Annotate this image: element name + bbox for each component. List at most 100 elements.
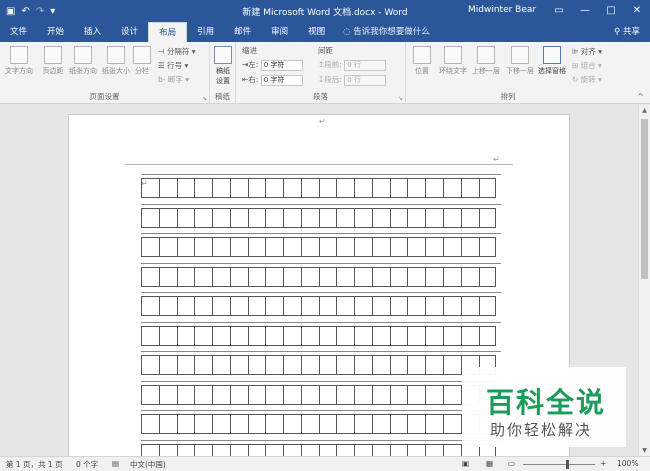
- grid-cell[interactable]: [212, 207, 230, 228]
- grid-cell[interactable]: [194, 325, 213, 346]
- grid-cell[interactable]: [265, 414, 284, 434]
- grid-cell[interactable]: [318, 207, 337, 228]
- grid-cell[interactable]: [443, 266, 461, 287]
- vertical-scrollbar[interactable]: ▲ ▼: [638, 105, 650, 456]
- grid-cell[interactable]: [336, 207, 355, 228]
- grid-cell[interactable]: [158, 325, 177, 346]
- grid-cell[interactable]: [318, 443, 337, 456]
- grid-cell[interactable]: [247, 266, 266, 287]
- minimize-button[interactable]: —: [572, 0, 598, 22]
- grid-cell[interactable]: [443, 296, 461, 316]
- text-direction-button[interactable]: 文字方向: [2, 46, 36, 76]
- grid-cell[interactable]: [425, 178, 444, 198]
- grid-cell[interactable]: [141, 355, 159, 375]
- grid-cell[interactable]: [176, 355, 195, 375]
- grid-cell[interactable]: [371, 237, 390, 257]
- grid-cell[interactable]: [336, 325, 355, 346]
- grid-cell[interactable]: [300, 296, 319, 316]
- grid-cell[interactable]: [407, 355, 426, 375]
- grid-cell[interactable]: [229, 384, 248, 405]
- grid-cell[interactable]: [265, 237, 284, 257]
- grid-cell[interactable]: [318, 266, 337, 287]
- user-name[interactable]: Midwinter Bear: [468, 5, 536, 15]
- grid-cell[interactable]: [371, 266, 390, 287]
- grid-cell[interactable]: [141, 178, 159, 198]
- grid-cell[interactable]: [176, 296, 195, 316]
- grid-cell[interactable]: [229, 443, 248, 456]
- grid-cell[interactable]: [229, 325, 248, 346]
- grid-cell[interactable]: [478, 237, 497, 257]
- grid-cell[interactable]: [300, 414, 319, 434]
- grid-cell[interactable]: [265, 266, 284, 287]
- grid-cell[interactable]: [158, 266, 177, 287]
- grid-cell[interactable]: [425, 355, 444, 375]
- grid-cell[interactable]: [407, 178, 426, 198]
- grid-cell[interactable]: [389, 355, 408, 375]
- group-button[interactable]: ⊞ 组合 ▾: [572, 60, 602, 71]
- grid-cell[interactable]: [283, 207, 301, 228]
- close-button[interactable]: ✕: [624, 0, 650, 22]
- manuscript-settings-button[interactable]: 稿纸 设置: [206, 46, 240, 86]
- grid-cell[interactable]: [407, 325, 426, 346]
- grid-cell[interactable]: [283, 266, 301, 287]
- indent-left-input[interactable]: 0 字符: [260, 59, 303, 71]
- grid-cell[interactable]: [283, 443, 301, 456]
- grid-cell[interactable]: [265, 384, 284, 405]
- grid-cell[interactable]: [158, 178, 177, 198]
- grid-cell[interactable]: [425, 266, 444, 287]
- grid-cell[interactable]: [247, 384, 266, 405]
- tab-mailings[interactable]: 邮件: [224, 22, 261, 42]
- grid-cell[interactable]: [212, 414, 230, 434]
- grid-cell[interactable]: [407, 296, 426, 316]
- grid-cell[interactable]: [283, 355, 301, 375]
- grid-cell[interactable]: [158, 296, 177, 316]
- undo-icon[interactable]: ↶: [21, 6, 29, 17]
- tab-file[interactable]: 文件: [0, 22, 37, 42]
- grid-cell[interactable]: [212, 325, 230, 346]
- grid-cell[interactable]: [336, 237, 355, 257]
- breaks-button[interactable]: ⊣ 分隔符 ▾: [158, 46, 196, 57]
- selection-pane-button[interactable]: 选择窗格: [534, 46, 570, 76]
- grid-cell[interactable]: [300, 325, 319, 346]
- grid-cell[interactable]: [194, 355, 213, 375]
- grid-cell[interactable]: [354, 207, 372, 228]
- grid-cell[interactable]: [283, 384, 301, 405]
- zoom-slider-thumb[interactable]: [566, 460, 569, 469]
- grid-cell[interactable]: [318, 178, 337, 198]
- grid-cell[interactable]: [407, 384, 426, 405]
- grid-cell[interactable]: [389, 443, 408, 456]
- grid-cell[interactable]: [407, 443, 426, 456]
- zoom-in-icon[interactable]: +: [600, 459, 606, 468]
- grid-cell[interactable]: [265, 207, 284, 228]
- grid-cell[interactable]: [318, 296, 337, 316]
- grid-cell[interactable]: [407, 237, 426, 257]
- grid-cell[interactable]: [407, 266, 426, 287]
- grid-cell[interactable]: [158, 237, 177, 257]
- grid-cell[interactable]: [336, 178, 355, 198]
- grid-cell[interactable]: [194, 178, 213, 198]
- send-backward-button[interactable]: 下移一层: [502, 46, 538, 76]
- grid-cell[interactable]: [283, 178, 301, 198]
- read-mode-icon[interactable]: ▣: [462, 459, 469, 468]
- indent-right-input[interactable]: 0 字符: [260, 74, 303, 86]
- line-numbers-button[interactable]: ☰ 行号 ▾: [158, 60, 188, 71]
- grid-cell[interactable]: [300, 384, 319, 405]
- grid-cell[interactable]: [158, 355, 177, 375]
- grid-cell[interactable]: [229, 178, 248, 198]
- grid-cell[interactable]: [371, 207, 390, 228]
- grid-cell[interactable]: [354, 414, 372, 434]
- grid-cell[interactable]: [443, 355, 461, 375]
- grid-cell[interactable]: [141, 296, 159, 316]
- grid-cell[interactable]: [389, 414, 408, 434]
- grid-cell[interactable]: [247, 355, 266, 375]
- grid-cell[interactable]: [371, 414, 390, 434]
- grid-cell[interactable]: [247, 237, 266, 257]
- grid-cell[interactable]: [371, 443, 390, 456]
- grid-cell[interactable]: [407, 207, 426, 228]
- grid-cell[interactable]: [318, 237, 337, 257]
- language[interactable]: 中文(中国): [130, 459, 166, 470]
- grid-cell[interactable]: [443, 178, 461, 198]
- columns-button[interactable]: 分栏: [128, 46, 156, 76]
- grid-cell[interactable]: [229, 414, 248, 434]
- grid-cell[interactable]: [460, 178, 479, 198]
